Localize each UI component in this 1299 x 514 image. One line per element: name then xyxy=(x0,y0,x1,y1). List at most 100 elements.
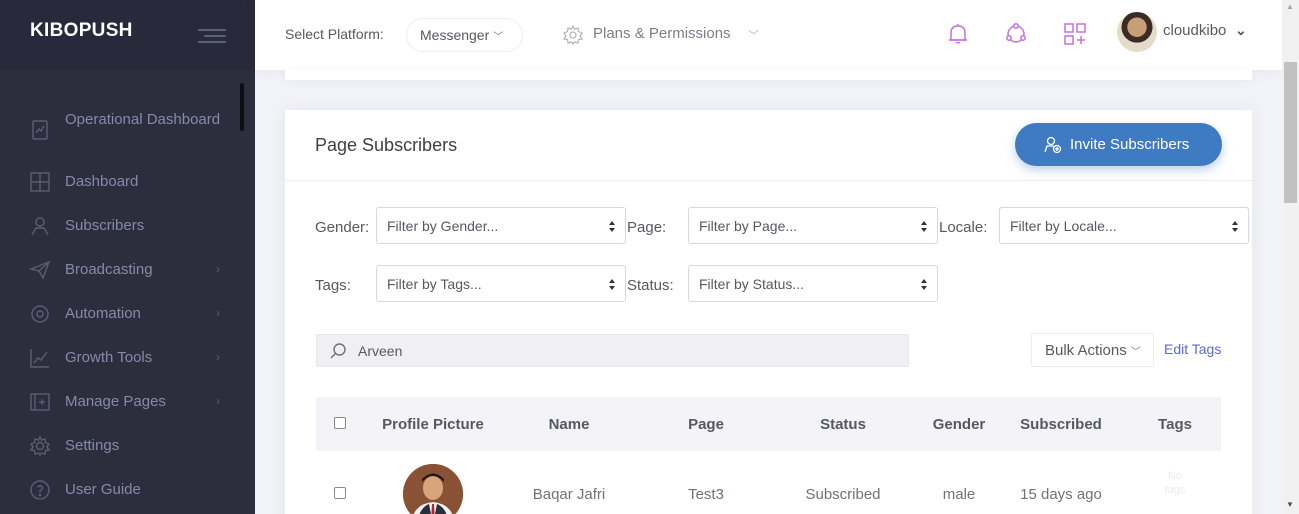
select-arrows-icon xyxy=(921,221,927,232)
profile-picture xyxy=(403,464,463,514)
chevron-right-icon: › xyxy=(216,262,220,276)
chevron-right-icon: › xyxy=(216,394,220,408)
gender-filter-label: Gender: xyxy=(315,219,370,236)
sidebar-item-manage-pages[interactable]: Manage Pages › xyxy=(0,390,240,434)
column-header[interactable]: Subscribed xyxy=(1006,416,1116,433)
column-header[interactable]: Name xyxy=(509,416,629,433)
help-icon xyxy=(29,479,51,501)
chevron-down-icon: ﹀ xyxy=(1130,347,1141,358)
chevron-down-icon: ﹀ xyxy=(748,30,759,42)
table-header: Profile Picture Name Page Status Gender … xyxy=(316,397,1221,451)
gear-icon xyxy=(29,435,51,457)
select-arrows-icon xyxy=(609,279,615,290)
sidebar-item-user-guide[interactable]: User Guide xyxy=(0,478,240,514)
paper-plane-icon xyxy=(28,259,51,281)
gender-filter-select[interactable]: Filter by Gender... xyxy=(376,207,626,244)
column-header[interactable]: Page xyxy=(646,416,766,433)
select-arrows-icon xyxy=(921,279,927,290)
column-header[interactable]: Gender xyxy=(904,416,1014,433)
status-filter-select[interactable]: Filter by Status... xyxy=(688,265,938,302)
sidebar-item-label: Broadcasting xyxy=(65,261,153,278)
search-value: Arveen xyxy=(358,343,403,359)
sidebar-item-automation[interactable]: Automation › xyxy=(0,302,240,346)
sidebar-item-label: Operational Dashboard xyxy=(65,111,221,128)
sidebar-item-operational-dashboard[interactable]: Operational Dashboard xyxy=(0,108,240,152)
page-filter-select[interactable]: Filter by Page... xyxy=(688,207,938,244)
sidebar-item-label: Subscribers xyxy=(65,217,145,234)
column-header[interactable]: Profile Picture xyxy=(373,416,493,433)
username[interactable]: cloudkibo xyxy=(1163,22,1226,39)
sidebar-item-label: Automation xyxy=(65,305,141,322)
locale-filter-value: Filter by Locale... xyxy=(1010,218,1117,234)
previous-card xyxy=(285,70,1252,80)
row-checkbox[interactable] xyxy=(334,487,346,499)
bulk-actions-dropdown[interactable]: Bulk Actions ﹀ xyxy=(1031,333,1154,367)
tags-filter-select[interactable]: Filter by Tags... xyxy=(376,265,626,302)
page-subscribers-card: Page Subscribers Invite Subscribers Gend… xyxy=(285,110,1252,514)
sidebar: KIBOPUSH Operational Dashboard Dashboard… xyxy=(0,0,255,514)
bulk-actions-label: Bulk Actions xyxy=(1045,342,1127,359)
table-row[interactable]: Baqar Jafri Test3 Subscribed male 15 day… xyxy=(316,451,1221,514)
subscriber-tags: No tags xyxy=(1164,470,1186,496)
page-scrollbar[interactable]: ▲ ▼ xyxy=(1282,0,1299,514)
nodes-icon[interactable] xyxy=(1003,21,1029,47)
hamburger-menu-icon[interactable] xyxy=(198,26,226,44)
search-icon xyxy=(330,343,346,359)
sidebar-item-subscribers[interactable]: Subscribers xyxy=(0,214,240,258)
avatar[interactable] xyxy=(1117,12,1157,52)
subscriber-name: Baqar Jafri xyxy=(532,486,606,503)
sidebar-item-dashboard[interactable]: Dashboard xyxy=(0,170,240,214)
sidebar-item-label: Growth Tools xyxy=(65,349,153,366)
platform-value: Messenger xyxy=(420,27,490,43)
scroll-up-arrow-icon[interactable]: ▲ xyxy=(1286,2,1294,11)
invite-subscribers-label: Invite Subscribers xyxy=(1070,136,1190,153)
sidebar-item-settings[interactable]: Settings xyxy=(0,434,240,478)
scrollbar-thumb[interactable] xyxy=(1284,62,1297,203)
subscriber-gender: male xyxy=(942,486,976,503)
scroll-down-arrow-icon[interactable]: ▼ xyxy=(1286,500,1294,509)
sidebar-item-label: Manage Pages xyxy=(65,393,166,410)
sidebar-item-label: User Guide xyxy=(65,481,141,498)
sidebar-item-label: Dashboard xyxy=(65,173,139,190)
sidebar-item-broadcasting[interactable]: Broadcasting › xyxy=(0,258,240,302)
chevron-down-icon[interactable]: ⌄ xyxy=(1235,22,1247,39)
user-icon xyxy=(29,215,51,237)
top-header: Select Platform: Messenger ﹀ Plans & Perm… xyxy=(255,0,1282,70)
tags-filter-label: Tags: xyxy=(315,277,351,294)
locale-filter-label: Locale: xyxy=(939,219,988,236)
select-all-checkbox[interactable] xyxy=(334,417,346,429)
invite-subscribers-button[interactable]: Invite Subscribers xyxy=(1015,123,1222,166)
page-title: Page Subscribers xyxy=(315,135,458,155)
search-input[interactable]: Arveen xyxy=(316,334,909,367)
gender-filter-value: Filter by Gender... xyxy=(387,218,499,234)
brand-logo: KIBOPUSH xyxy=(30,20,133,41)
edit-tags-link[interactable]: Edit Tags xyxy=(1164,341,1221,357)
add-page-icon xyxy=(29,391,51,413)
select-arrows-icon xyxy=(1232,221,1238,232)
subscriber-subscribed: 15 days ago xyxy=(1020,486,1102,503)
column-header[interactable]: Status xyxy=(783,416,903,433)
sidebar-item-label: Settings xyxy=(65,437,120,454)
sidebar-scrollbar[interactable] xyxy=(240,83,244,131)
subscriber-status: Subscribed xyxy=(805,486,881,503)
locale-filter-select[interactable]: Filter by Locale... xyxy=(999,207,1249,244)
add-user-icon xyxy=(1044,136,1062,154)
add-apps-icon[interactable] xyxy=(1062,21,1088,47)
column-header[interactable]: Tags xyxy=(1136,416,1214,433)
chevron-right-icon: › xyxy=(216,350,220,364)
bell-icon[interactable] xyxy=(945,21,971,47)
select-platform-label: Select Platform: xyxy=(285,26,384,42)
grid-icon xyxy=(29,171,51,193)
subscriber-page: Test3 xyxy=(688,486,724,503)
line-chart-icon xyxy=(29,347,51,369)
gear-icon xyxy=(562,24,584,46)
page-filter-label: Page: xyxy=(627,219,667,236)
status-filter-label: Status: xyxy=(627,277,674,294)
sidebar-item-growth-tools[interactable]: Growth Tools › xyxy=(0,346,240,390)
platform-dropdown[interactable]: Messenger ﹀ xyxy=(406,18,523,52)
chart-report-icon xyxy=(29,119,51,141)
card-header: Page Subscribers Invite Subscribers xyxy=(285,110,1252,181)
chevron-down-icon: ﹀ xyxy=(493,32,504,43)
brand-bar: KIBOPUSH xyxy=(0,0,255,70)
plans-permissions-label: Plans & Permissions xyxy=(593,25,731,42)
